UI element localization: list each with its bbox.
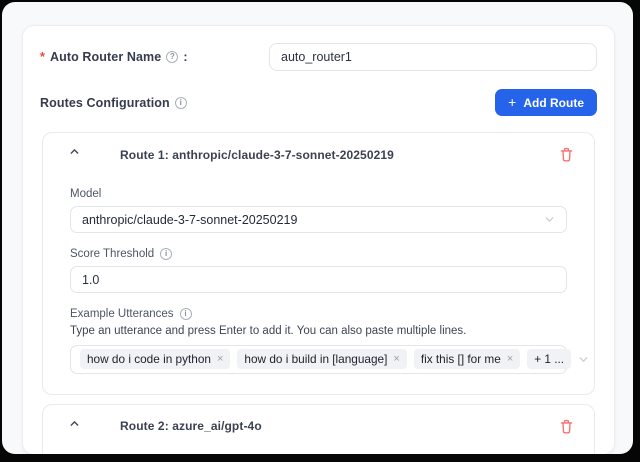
utterance-tag[interactable]: how do i build in [language] ×	[237, 349, 406, 369]
utterances-helper-text: Type an utterance and press Enter to add…	[70, 325, 567, 339]
auto-router-form-card: * Auto Router Name ? : Routes Configurat…	[22, 25, 615, 454]
add-route-button-label: Add Route	[523, 96, 584, 110]
utterances-tags-input[interactable]: how do i code in python × how do i build…	[70, 345, 567, 374]
question-circle-icon[interactable]: ?	[166, 51, 178, 63]
score-threshold-label: Score Threshold i	[70, 248, 567, 260]
tag-close-icon[interactable]: ×	[393, 354, 399, 365]
routes-configuration-label-text: Routes Configuration	[40, 96, 170, 110]
route-2-title: Route 2: azure_ai/gpt-4o	[120, 419, 262, 433]
utterance-overflow-text: + 1 ...	[534, 352, 564, 366]
app-window: * Auto Router Name ? : Routes Configurat…	[2, 2, 633, 454]
model-label-text: Model	[70, 188, 101, 200]
plus-icon: +	[508, 94, 516, 110]
routes-configuration-label: Routes Configuration i	[40, 96, 188, 110]
tag-close-icon[interactable]: ×	[507, 354, 513, 365]
routes-configuration-row: Routes Configuration i + Add Route	[40, 89, 597, 116]
utterance-tag-text: how do i build in [language]	[244, 352, 387, 366]
route-1-title: Route 1: anthropic/claude-3-7-sonnet-202…	[120, 148, 394, 162]
route-1-header[interactable]: Route 1: anthropic/claude-3-7-sonnet-202…	[43, 133, 594, 174]
auto-router-name-label-text: Auto Router Name	[50, 50, 161, 64]
info-circle-icon[interactable]: i	[175, 97, 187, 109]
utterance-tag-text: fix this [] for me	[421, 352, 501, 366]
utterance-tag-text: how do i code in python	[87, 352, 211, 366]
info-circle-icon[interactable]: i	[180, 308, 192, 320]
chevron-up-icon	[69, 146, 80, 157]
info-circle-icon[interactable]: i	[160, 248, 172, 260]
chevron-down-icon	[578, 354, 589, 365]
chevron-up-icon	[69, 418, 80, 429]
auto-router-name-row: * Auto Router Name ? :	[40, 43, 597, 71]
label-colon: :	[183, 50, 187, 64]
utterance-tag[interactable]: fix this [] for me ×	[414, 349, 520, 369]
collapse-chevron-up-icon[interactable]	[69, 418, 80, 429]
model-select[interactable]: anthropic/claude-3-7-sonnet-20250219	[70, 206, 567, 233]
utterance-tag[interactable]: how do i code in python ×	[80, 349, 230, 369]
auto-router-name-input[interactable]	[269, 43, 597, 71]
auto-router-name-label: * Auto Router Name ? :	[40, 50, 188, 64]
tags-dropdown-chevron	[578, 354, 589, 365]
model-label: Model	[70, 188, 567, 200]
route-2-panel: Route 2: azure_ai/gpt-4o	[42, 404, 595, 454]
example-utterances-label: Example Utterances i	[70, 308, 567, 320]
route-2-header[interactable]: Route 2: azure_ai/gpt-4o	[43, 405, 594, 446]
route-1-panel: Route 1: anthropic/claude-3-7-sonnet-202…	[42, 132, 595, 395]
score-threshold-input[interactable]	[70, 266, 567, 293]
trash-icon	[560, 419, 573, 434]
example-utterances-label-text: Example Utterances	[70, 308, 174, 320]
required-asterisk: *	[40, 50, 45, 64]
add-route-button[interactable]: + Add Route	[495, 89, 597, 116]
collapse-chevron-up-icon[interactable]	[69, 146, 80, 157]
model-select-value: anthropic/claude-3-7-sonnet-20250219	[82, 213, 297, 227]
delete-route-2-button[interactable]	[560, 419, 573, 434]
trash-icon	[560, 147, 573, 162]
tag-close-icon[interactable]: ×	[217, 354, 223, 365]
delete-route-1-button[interactable]	[560, 147, 573, 162]
score-threshold-label-text: Score Threshold	[70, 248, 154, 260]
chevron-down-icon	[544, 214, 555, 225]
route-1-body: Model anthropic/claude-3-7-sonnet-202502…	[43, 174, 594, 394]
utterance-overflow-tag[interactable]: + 1 ...	[527, 349, 571, 369]
